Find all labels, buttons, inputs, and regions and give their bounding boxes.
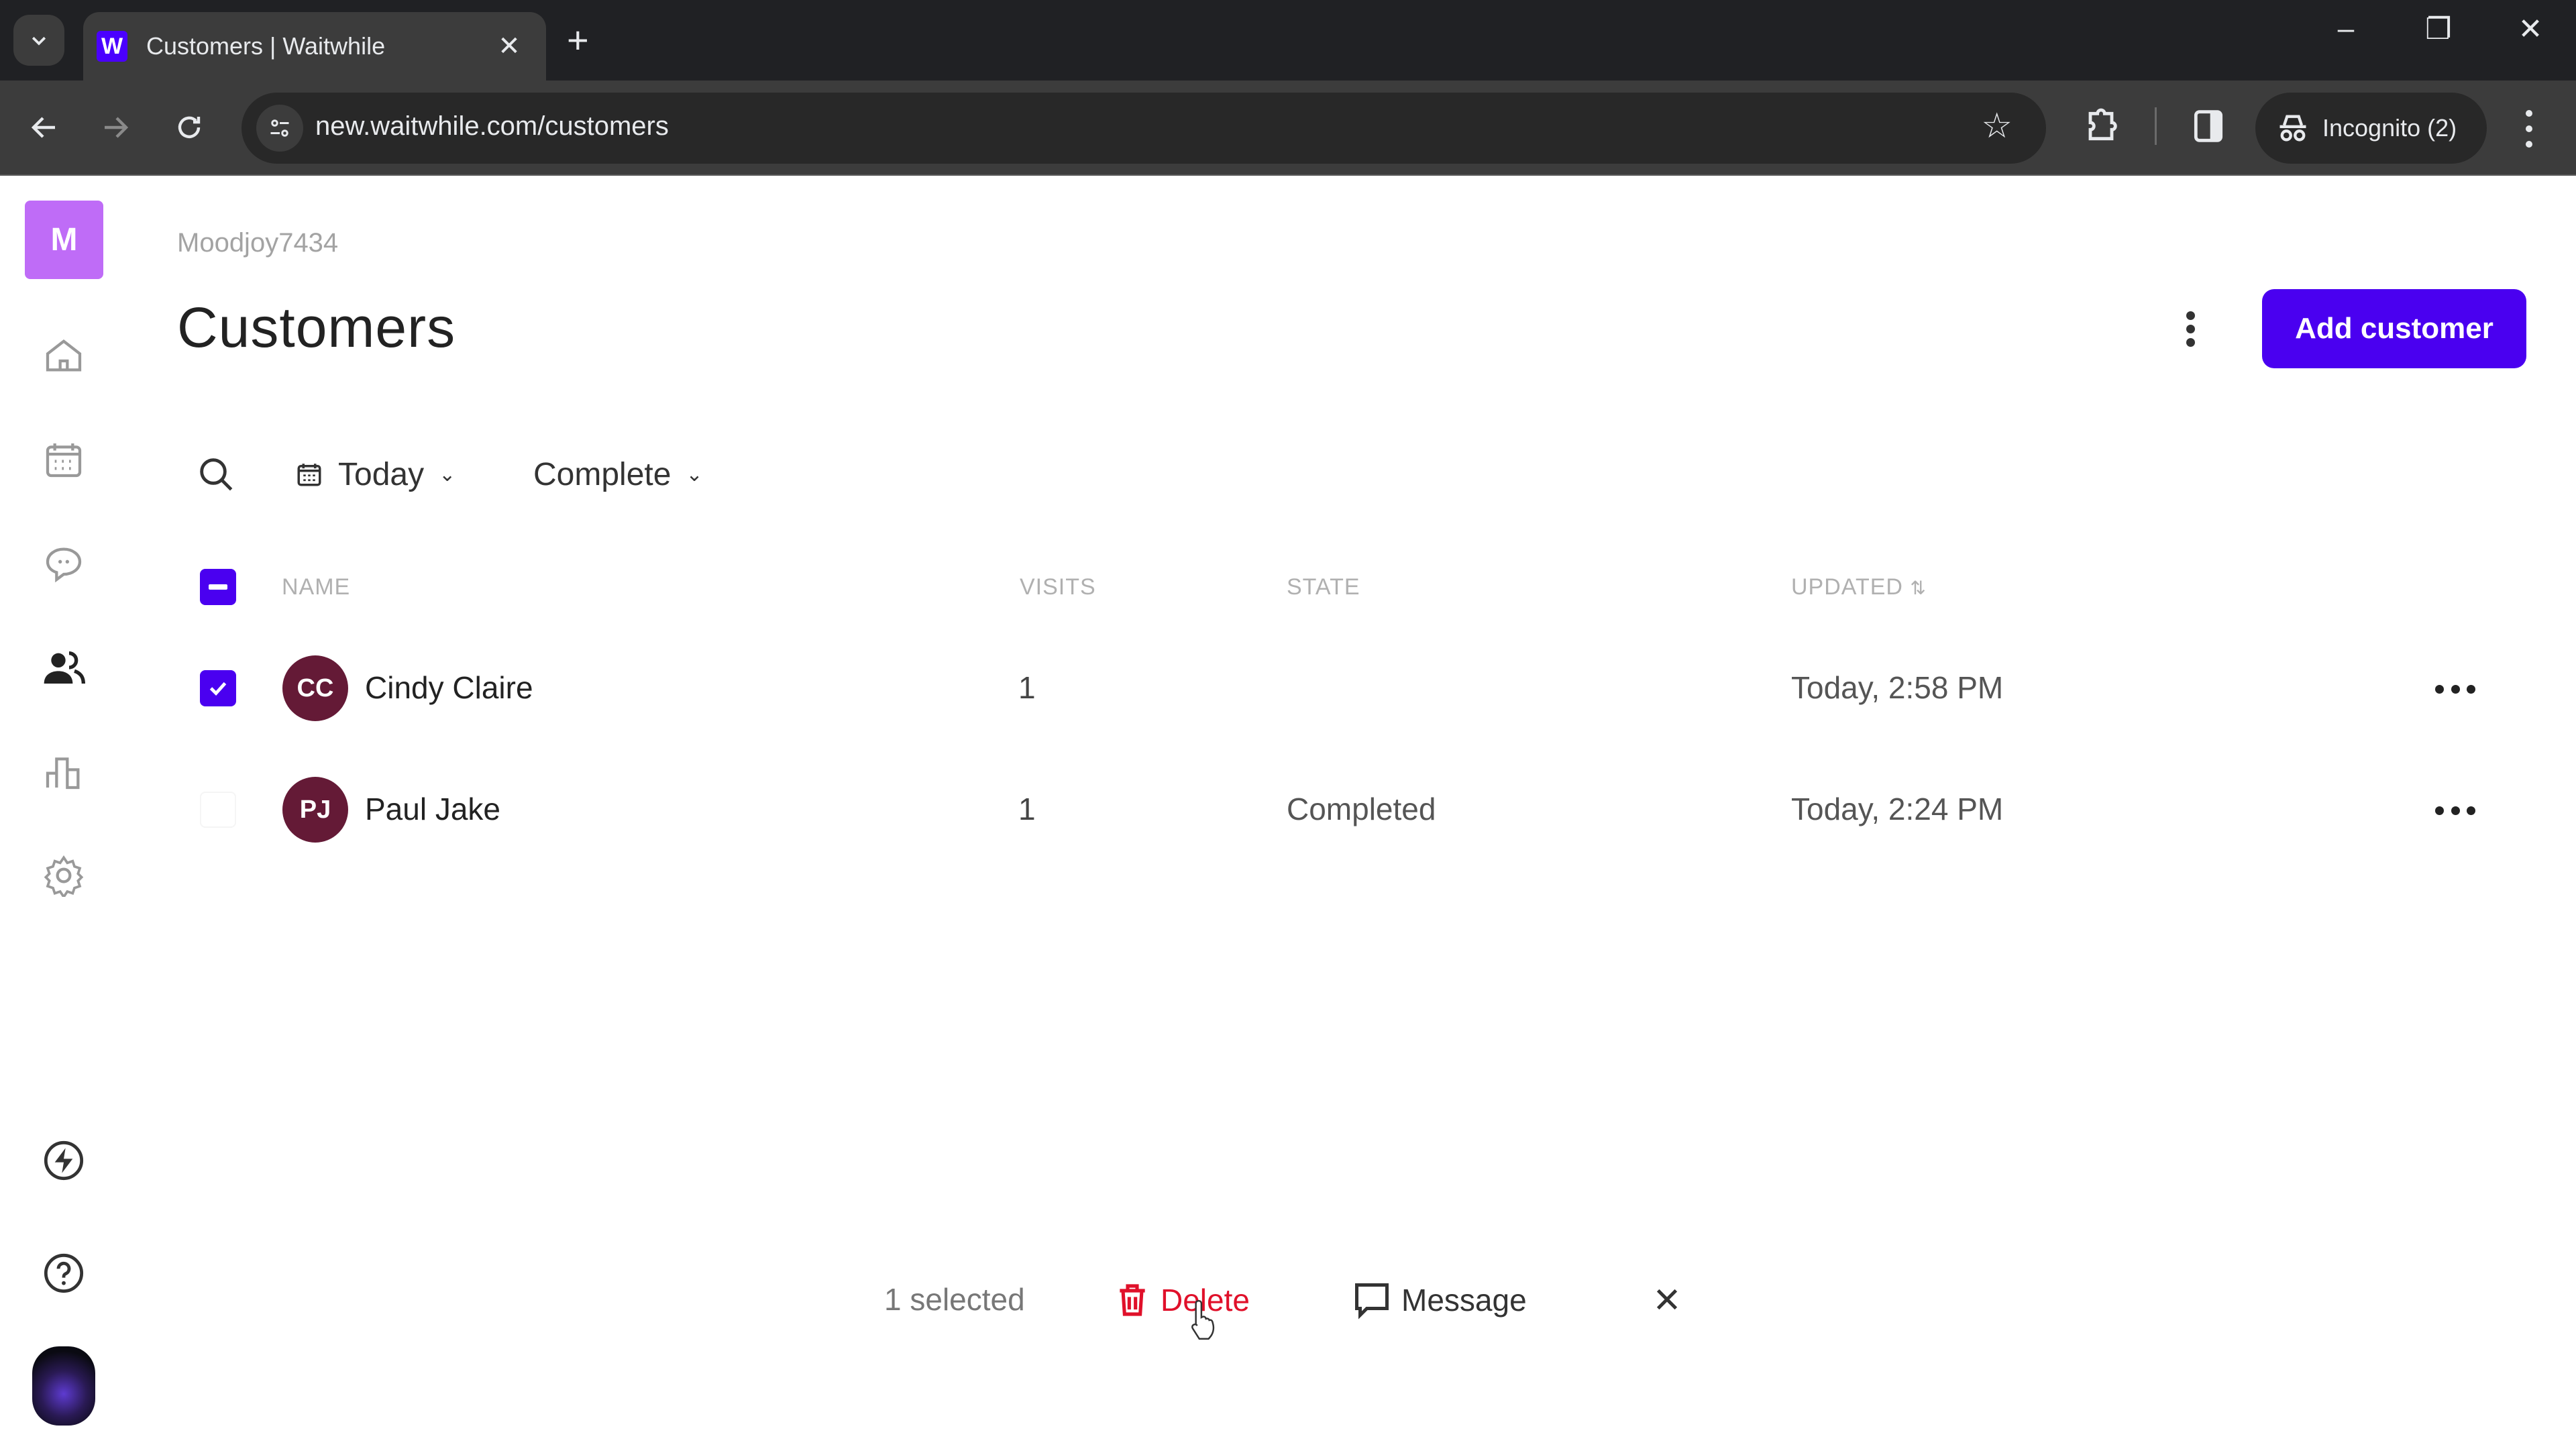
trash-icon [1120,1284,1145,1316]
reload-icon [178,116,201,138]
sidebar-item-analytics[interactable] [37,745,91,798]
calendar-icon [46,443,82,478]
page-title: Customers [177,296,456,359]
customer-state: Completed [1287,792,1436,826]
column-header-state[interactable]: STATE [1287,574,1360,600]
customer-visits: 1 [1018,792,1036,826]
row-more-button[interactable] [2435,676,2475,702]
chat-icon [46,547,82,583]
arrow-left-icon [31,117,55,138]
incognito-indicator[interactable]: Incognito (2) [2255,93,2487,164]
minimize-button[interactable]: – [2316,12,2376,46]
address-bar[interactable]: new.waitwhile.com/customers ☆ [241,93,2046,164]
close-window-button[interactable]: ✕ [2500,12,2561,46]
hand-cursor-icon [1191,1299,1215,1340]
date-filter-dropdown[interactable]: Today ⌄ [295,451,455,498]
browser-tab-bar: W Customers | Waitwhile ✕ + – ❐ ✕ [0,0,2576,80]
sidebar-item-customers[interactable] [37,641,91,694]
incognito-label: Incognito (2) [2322,114,2457,142]
message-label: Message [1401,1283,1527,1318]
message-icon [1355,1283,1389,1320]
back-button[interactable] [17,101,71,154]
site-info-icon[interactable] [256,105,303,152]
sidebar-item-settings[interactable] [37,849,91,902]
customer-updated: Today, 2:24 PM [1791,792,2004,826]
toolbar-divider [2155,107,2157,145]
users-icon [44,651,85,684]
more-options-button[interactable] [2174,305,2207,352]
row-checkbox[interactable] [200,792,236,828]
location-logo[interactable]: M [25,201,103,279]
customer-avatar: CC [282,655,348,721]
user-profile-avatar[interactable] [32,1346,95,1426]
search-button[interactable] [195,453,237,496]
browser-toolbar: new.waitwhile.com/customers ☆ Incognito … [0,80,2576,176]
browser-menu-button[interactable] [2516,107,2542,150]
delete-button[interactable]: Delete [1114,1275,1250,1326]
column-header-updated-label: UPDATED [1791,574,1903,600]
customer-updated: Today, 2:58 PM [1791,670,2004,705]
selected-count: 1 selected [884,1282,1025,1317]
sidebar-item-messages[interactable] [37,537,91,590]
browser-tab-active[interactable]: W Customers | Waitwhile ✕ [83,12,546,80]
sidebar-item-calendar[interactable] [37,433,91,486]
lightning-icon [44,1140,84,1181]
column-header-updated[interactable]: UPDATED ⇅ [1791,574,1927,600]
column-header-name[interactable]: NAME [282,574,350,600]
customer-name[interactable]: Cindy Claire [365,669,533,706]
sort-icon: ⇅ [1910,578,1927,598]
sidebar: M [0,176,127,1449]
workspace-name: Moodjoy7434 [177,228,339,258]
arrow-right-icon [105,117,129,138]
date-filter-label: Today [338,456,425,492]
close-tab-icon[interactable]: ✕ [492,31,526,62]
url-text[interactable]: new.waitwhile.com/customers [315,111,669,142]
reload-button[interactable] [162,101,216,154]
sidebar-item-home[interactable] [37,329,91,382]
side-panel-icon[interactable] [2187,105,2230,151]
clear-selection-button[interactable] [1647,1278,1687,1321]
checkmark-icon [209,682,227,696]
help-icon [44,1253,84,1293]
extensions-icon[interactable] [2080,105,2123,151]
close-icon [1656,1289,1678,1310]
incognito-icon [2279,115,2306,142]
customer-visits: 1 [1018,670,1036,705]
sidebar-item-help[interactable] [37,1246,91,1300]
column-header-visits[interactable]: VISITS [1020,574,1096,600]
row-checkbox[interactable] [200,670,236,706]
chevron-down-icon: ⌄ [439,463,456,486]
status-filter-label: Complete [533,456,672,492]
add-customer-button[interactable]: Add customer [2262,289,2526,368]
tab-search-button[interactable] [13,15,64,66]
forward-button[interactable] [89,101,142,154]
new-tab-button[interactable]: + [567,19,589,62]
restore-button[interactable]: ❐ [2408,12,2469,46]
indeterminate-icon [209,584,227,590]
search-icon [200,458,233,491]
select-all-checkbox[interactable] [200,569,236,605]
chevron-down-icon: ⌄ [686,463,703,486]
bookmark-star-icon[interactable]: ☆ [1981,106,2012,146]
message-button[interactable]: Message [1352,1275,1527,1326]
tab-title: Customers | Waitwhile [146,32,386,60]
calendar-icon [297,464,321,486]
waitwhile-favicon-icon: W [97,31,127,62]
customer-avatar: PJ [282,777,348,843]
home-icon [46,339,82,372]
bar-chart-icon [46,757,80,790]
chevron-down-icon [32,36,46,46]
gear-icon [44,855,84,897]
row-more-button[interactable] [2435,797,2475,824]
customer-name[interactable]: Paul Jake [365,791,500,827]
sidebar-item-whats-new[interactable] [37,1134,91,1187]
status-filter-dropdown[interactable]: Complete ⌄ [533,451,703,498]
